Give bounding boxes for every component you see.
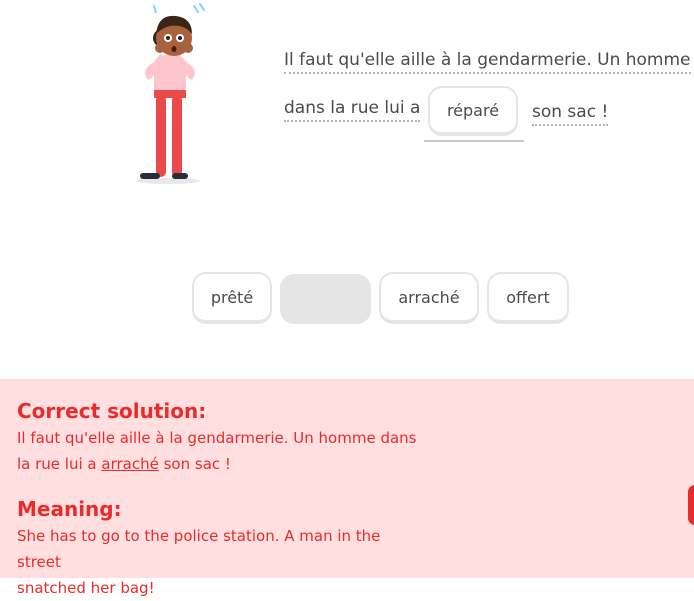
stress-marks-icon xyxy=(153,3,205,13)
solution-answer-word: arraché xyxy=(101,455,159,473)
word-bank: prêté arraché offert xyxy=(0,272,694,324)
solution-line-2-after: son sac ! xyxy=(163,455,231,473)
word-chip-arrache[interactable]: arraché xyxy=(379,272,479,324)
sentence-line-2-end: son sac ! xyxy=(532,102,609,126)
answer-blank-slot[interactable]: réparé xyxy=(424,86,524,142)
blank-underline xyxy=(424,140,524,142)
solution-line-2-before: la rue lui a xyxy=(17,455,97,473)
sentence-line-2: dans la rue lui a xyxy=(284,98,421,122)
sentence-text-2[interactable]: dans la rue lui a xyxy=(284,98,421,122)
sentence-text-3[interactable]: son sac ! xyxy=(532,102,609,126)
meaning-text: She has to go to the police station. A m… xyxy=(17,523,417,601)
selected-word-chip[interactable]: réparé xyxy=(428,86,518,136)
meaning-line-2: snatched her bag! xyxy=(17,579,155,597)
worried-woman-illustration xyxy=(136,3,205,184)
word-chip-offert[interactable]: offert xyxy=(487,272,569,324)
solution-line-1: Il faut qu'elle aille à la gendarmerie. … xyxy=(17,429,417,447)
sentence-line-1: Il faut qu'elle aille à la gendarmerie. … xyxy=(284,50,691,74)
correct-solution-text: Il faut qu'elle aille à la gendarmerie. … xyxy=(17,425,417,477)
word-chip-prete[interactable]: prêté xyxy=(192,272,272,324)
meaning-heading: Meaning: xyxy=(17,497,122,521)
meaning-line-1: She has to go to the police station. A m… xyxy=(17,527,381,571)
incorrect-feedback-panel: Correct solution: Il faut qu'elle aille … xyxy=(0,379,694,597)
correct-solution-heading: Correct solution: xyxy=(17,399,207,423)
solution-line-2: la rue lui a arraché son sac ! xyxy=(17,451,417,477)
report-tab-button[interactable] xyxy=(688,485,694,525)
word-chip-placeholder xyxy=(280,274,371,324)
sentence-text-1[interactable]: Il faut qu'elle aille à la gendarmerie. … xyxy=(284,50,691,74)
